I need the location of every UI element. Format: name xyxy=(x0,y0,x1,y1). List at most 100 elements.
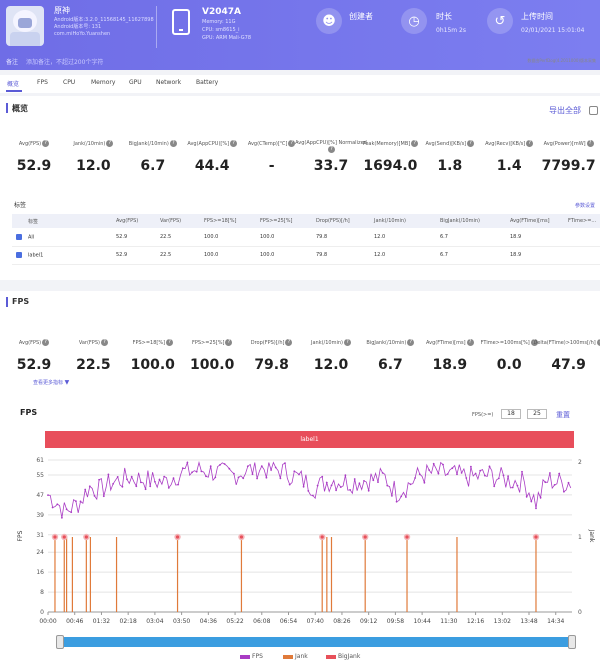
fps-point xyxy=(284,462,286,464)
table-cell: 52.9 xyxy=(112,228,156,247)
fps-point xyxy=(446,473,449,475)
help-icon[interactable]: ? xyxy=(100,339,108,346)
fps-point xyxy=(484,474,486,477)
fps-point xyxy=(563,490,565,493)
fps-point xyxy=(456,473,458,476)
fps-point xyxy=(186,461,189,464)
tab-cpu[interactable]: CPU xyxy=(63,79,75,86)
fps-point xyxy=(251,473,254,476)
export-all-button[interactable]: 导出全部 xyxy=(549,105,581,116)
bigjank-dot xyxy=(405,535,409,539)
slider-handle-start[interactable] xyxy=(56,635,64,649)
param-settings-link[interactable]: 参数设置 xyxy=(575,202,595,209)
table-row[interactable]: label1 52.9 22.5 100.0 100.0 79.8 12.0 6… xyxy=(12,246,600,265)
fps-point xyxy=(358,482,361,485)
fps-point xyxy=(140,481,142,484)
tab-network[interactable]: Network xyxy=(156,79,181,86)
legend-swatch xyxy=(283,654,293,659)
fps-point xyxy=(381,472,384,474)
tab-gpu[interactable]: GPU xyxy=(129,79,142,86)
more-metrics-link[interactable]: 查看更多指标 ▼ xyxy=(33,379,69,386)
help-icon[interactable]: ? xyxy=(106,140,114,147)
fps-point xyxy=(177,483,180,486)
report-header: 原神 Android版本:3.2.0_11568145_11627898 And… xyxy=(0,0,600,70)
tab-memory[interactable]: Memory xyxy=(91,79,115,86)
legend-bigjank[interactable]: BigJank xyxy=(326,653,360,660)
note-area[interactable]: 备注 添加备注，不超过200个字符 xyxy=(6,57,103,66)
col-header: Drop(FPS)[/h] xyxy=(312,214,370,228)
fps-point xyxy=(335,489,337,492)
note-input[interactable]: 添加备注，不超过200个字符 xyxy=(26,59,103,66)
y2-tick-label: 2 xyxy=(578,459,582,466)
fps-point xyxy=(191,471,194,474)
fps-point xyxy=(167,487,170,489)
fps-point xyxy=(237,476,240,479)
tab-battery[interactable]: Battery xyxy=(196,79,218,86)
fps-threshold-high-input[interactable]: 25 xyxy=(527,409,547,419)
x-tick-label: 01:32 xyxy=(93,618,110,625)
x-tick-label: 07:40 xyxy=(307,618,324,625)
fps-point xyxy=(525,495,528,498)
fps-threshold-low-input[interactable]: 18 xyxy=(501,409,521,419)
export-icon[interactable] xyxy=(589,106,598,115)
y-tick-label: 0 xyxy=(40,609,44,616)
help-icon[interactable]: ? xyxy=(285,339,293,346)
x-tick-label: 00:46 xyxy=(66,618,83,625)
fps-point xyxy=(349,489,351,491)
y-tick-label: 39 xyxy=(36,512,44,519)
fps-point xyxy=(339,486,342,488)
bigjank-dot xyxy=(239,535,244,539)
slider-handle-end[interactable] xyxy=(568,635,576,649)
fps-point xyxy=(386,484,389,487)
app-info-line: Android版本:3.2.0_11568145_11627898 xyxy=(54,17,154,23)
fps-point xyxy=(474,472,477,475)
device-cpu: CPU: sm8615_i xyxy=(202,27,240,33)
time-range-slider[interactable] xyxy=(59,637,573,647)
fps-point xyxy=(84,488,87,491)
help-icon[interactable]: ? xyxy=(166,339,174,346)
fps-point xyxy=(325,481,328,484)
label-band[interactable]: label1 xyxy=(45,431,574,448)
fps-point xyxy=(558,472,561,475)
fps-point xyxy=(451,467,454,470)
stat-value: 7799.7 xyxy=(541,158,596,174)
fps-point xyxy=(367,489,370,492)
note-label: 备注 xyxy=(6,59,19,66)
row-label: All xyxy=(28,234,35,240)
stat-label-text: Delta(FTime)>100ms[/h] xyxy=(533,340,596,346)
help-icon[interactable]: ? xyxy=(343,339,351,346)
help-icon[interactable]: ? xyxy=(586,140,594,147)
legend-fps[interactable]: FPS xyxy=(240,653,263,660)
fps-point xyxy=(130,475,133,478)
legend-jank[interactable]: Jank xyxy=(283,653,308,660)
fps-point xyxy=(405,496,407,498)
x-tick-label: 14:34 xyxy=(547,618,564,625)
fps-point xyxy=(288,483,291,486)
help-icon[interactable]: ? xyxy=(225,339,233,346)
stat-label-text: FPS>=18[%] xyxy=(132,340,166,346)
table-row[interactable]: All 52.9 22.5 100.0 100.0 79.8 12.0 6.7 … xyxy=(12,228,600,247)
phone-icon xyxy=(172,9,190,35)
fps-point xyxy=(126,478,128,481)
overview-title: 概览 xyxy=(12,104,28,113)
bigjank-dot xyxy=(53,535,57,539)
row-checkbox[interactable] xyxy=(16,251,22,258)
stat-label-text: Avg(CTemp)[℃] xyxy=(247,141,288,147)
fps-section-title: FPS xyxy=(12,297,30,306)
row-checkbox[interactable] xyxy=(16,233,22,240)
fps-point xyxy=(344,474,347,477)
help-icon[interactable]: ? xyxy=(42,339,50,346)
stat-label-text: Avg(Power)[mW] xyxy=(543,141,586,147)
help-icon[interactable]: ? xyxy=(328,146,335,153)
row-label-cell: label1 xyxy=(12,246,112,265)
reset-button[interactable]: 重置 xyxy=(556,410,570,420)
tab-overview[interactable]: 概览 xyxy=(7,79,19,88)
x-tick-label: 02:18 xyxy=(120,618,137,625)
fps-point xyxy=(432,462,435,465)
tab-fps[interactable]: FPS xyxy=(37,79,48,86)
col-header: FPS>=25[%] xyxy=(256,214,312,228)
table-cell: 100.0 xyxy=(256,246,312,265)
help-icon[interactable]: ? xyxy=(42,140,50,147)
fps-point xyxy=(418,473,421,476)
fps-chart[interactable]: 0 8 16 24 31 39 47 55 61 0 1 2 FPS Jank 00:00 00:46 01:3… xyxy=(0,450,600,634)
